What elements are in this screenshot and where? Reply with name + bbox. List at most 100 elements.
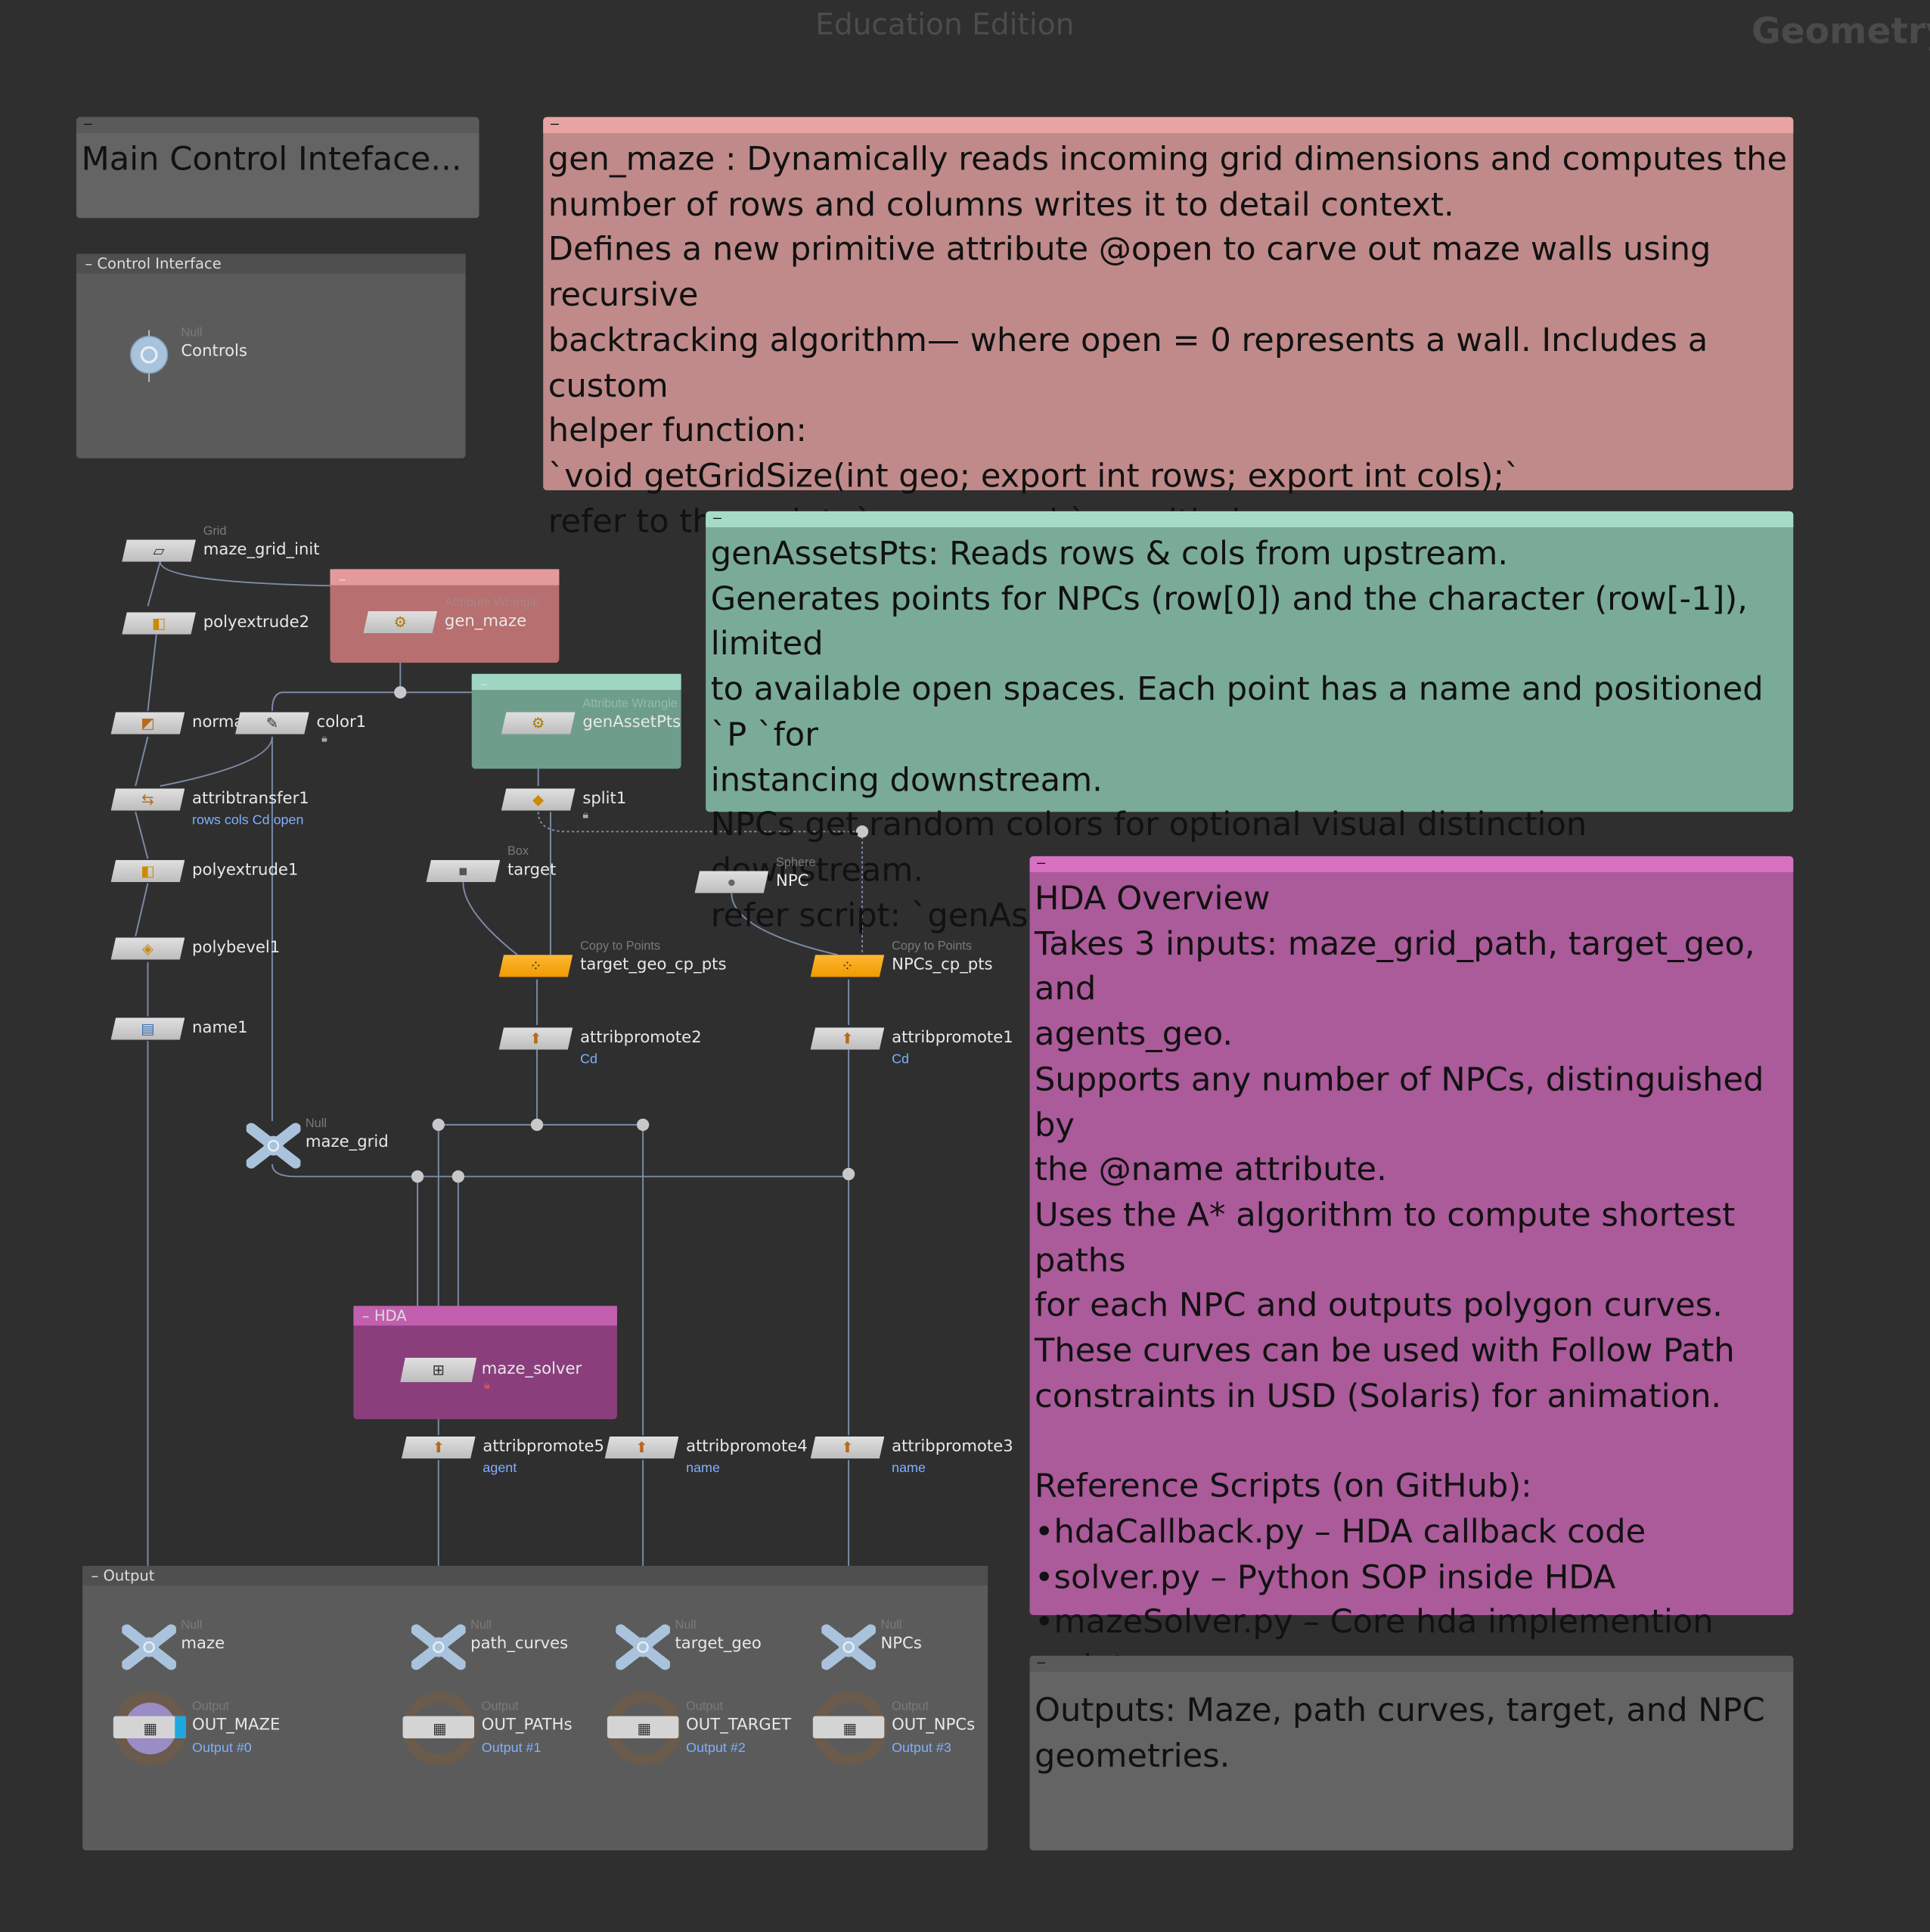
node-param-summary: name xyxy=(686,1461,720,1477)
sticky-main-control[interactable]: – Main Control Inteface... xyxy=(76,114,479,219)
node-out-maze[interactable]: ▦ Output OUT_MAZE Output #0 xyxy=(111,1689,280,1768)
node-type: Attribute Wrangle xyxy=(444,596,540,610)
node-target-geo-cp-pts[interactable]: ⁘ Copy to Points target_geo_cp_pts xyxy=(499,940,726,977)
sticky-gen-assets[interactable]: – genAssetsPts: Reads rows & cols from u… xyxy=(706,509,1794,934)
netbox-title: HDA xyxy=(374,1306,407,1325)
sticky-gen-maze[interactable]: – gen_maze : Dynamically reads incoming … xyxy=(543,114,1794,540)
node-type: Copy to Points xyxy=(892,940,973,954)
lock-icon: 🔒︎ xyxy=(321,731,327,744)
node-attribpromote5[interactable]: ⬆ attribpromote5 agent xyxy=(402,1437,604,1476)
node-polyextrude2[interactable]: ◧ polyextrude2 xyxy=(122,612,309,634)
node-null-maze[interactable]: Null maze xyxy=(121,1619,225,1670)
null-icon xyxy=(615,1624,671,1670)
node-label: polybevel1 xyxy=(192,938,281,958)
node-param-summary: Cd xyxy=(580,1051,597,1067)
node-label: color1 xyxy=(316,713,367,732)
wire xyxy=(147,634,157,711)
node-label: maze_grid xyxy=(305,1133,389,1152)
node-label: NPCs_cp_pts xyxy=(892,955,993,975)
hda-icon: ⊞ xyxy=(432,1361,445,1379)
sticky-hda-overview[interactable]: – HDA Overview Takes 3 inputs: maze_grid… xyxy=(1029,854,1794,1686)
node-label: attribpromote1 xyxy=(892,1028,1013,1048)
minimize-icon[interactable]: – xyxy=(85,255,97,272)
node-controls[interactable]: Null Controls xyxy=(122,327,247,382)
node-null-npcs[interactable]: Null NPCs xyxy=(821,1619,922,1670)
node-output-index: Output #3 xyxy=(892,1741,951,1756)
node-npcs-cp-pts[interactable]: ⁘ Copy to Points NPCs_cp_pts xyxy=(811,940,993,977)
wire xyxy=(147,561,161,607)
minimize-icon[interactable]: – xyxy=(84,114,92,132)
node-label: OUT_PATHs xyxy=(481,1716,572,1735)
node-label: gen_maze xyxy=(444,612,527,631)
node-type: Null xyxy=(181,1618,203,1632)
node-split1[interactable]: ◆ split1 🔒︎ xyxy=(501,788,626,821)
wire xyxy=(135,811,149,859)
network-editor[interactable]: Education Edition Geometry – Main Contro… xyxy=(0,0,1930,1932)
null-icon xyxy=(129,330,169,382)
node-type: Grid xyxy=(203,524,227,539)
node-null-path-curves[interactable]: Null path_curves xyxy=(411,1619,568,1670)
wire xyxy=(160,736,273,787)
node-maze-grid[interactable]: Null maze_grid xyxy=(245,1117,389,1169)
attribpromote-icon: ⬆ xyxy=(635,1439,648,1457)
node-attribtransfer1[interactable]: ⇆ attribtransfer1 rows cols Cd open xyxy=(111,788,309,828)
node-out-npcs[interactable]: ▦ Output OUT_NPCs Output #3 xyxy=(811,1689,975,1768)
node-polyextrude1[interactable]: ◧ polyextrude1 xyxy=(111,860,298,882)
node-label: path_curves xyxy=(470,1635,569,1654)
sticky-text: Outputs: Maze, path curves, target, and … xyxy=(1035,1691,1765,1775)
node-target[interactable]: ■ Box target xyxy=(426,845,556,882)
node-color1[interactable]: ✎ color1 🔒︎ xyxy=(235,712,366,744)
node-normal[interactable]: ◩ norma xyxy=(111,712,244,734)
wire-dot xyxy=(842,1167,855,1181)
node-gen-maze[interactable]: ⚙ Attribute Wrangle gen_maze xyxy=(363,596,539,633)
node-npc[interactable]: ● Sphere NPC xyxy=(695,856,816,893)
node-param-summary: Cd xyxy=(892,1051,910,1067)
node-name1[interactable]: ▤ name1 xyxy=(111,1017,248,1039)
svg-text:▦: ▦ xyxy=(638,1719,651,1737)
minimize-icon[interactable]: – xyxy=(362,1307,374,1325)
node-label: Controls xyxy=(181,342,247,362)
attribtransfer-icon: ⇆ xyxy=(141,791,154,809)
node-out-paths[interactable]: ▦ Output OUT_PATHs Output #1 xyxy=(400,1689,572,1768)
minimize-icon[interactable]: – xyxy=(480,675,488,692)
polyextrude-icon: ◧ xyxy=(151,614,166,632)
node-out-target[interactable]: ▦ Output OUT_TARGET Output #2 xyxy=(605,1689,791,1768)
sticky-outputs[interactable]: – Outputs: Maze, path curves, target, an… xyxy=(1029,1654,1794,1851)
attribpromote-icon: ⬆ xyxy=(432,1439,445,1457)
node-label: polyextrude1 xyxy=(192,861,299,880)
minimize-icon[interactable]: – xyxy=(1037,1654,1045,1671)
node-type: Null xyxy=(181,326,203,340)
minimize-icon[interactable]: – xyxy=(339,570,346,588)
node-attribpromote4[interactable]: ⬆ attribpromote4 name xyxy=(605,1437,808,1476)
node-polybevel1[interactable]: ◈ polybevel1 xyxy=(111,937,280,959)
attribpromote-icon: ⬆ xyxy=(529,1030,542,1048)
copy-to-points-icon: ⁘ xyxy=(841,957,854,975)
node-attribpromote2[interactable]: ⬆ attribpromote2 Cd xyxy=(499,1027,702,1067)
node-type: Output xyxy=(481,1700,519,1714)
node-null-target-geo[interactable]: Null target_geo xyxy=(615,1619,762,1670)
netbox-title: Control Interface xyxy=(97,255,222,272)
node-genassetpts[interactable]: ⚙ Attribute Wrangle genAssetPts xyxy=(501,697,681,734)
node-type: Output xyxy=(192,1700,229,1714)
normal-icon: ◩ xyxy=(141,714,155,732)
node-label: attribtransfer1 xyxy=(192,789,309,809)
node-maze-solver[interactable]: ⊞ maze_solver 🔒︎ xyxy=(400,1358,582,1391)
minimize-icon[interactable]: – xyxy=(1037,854,1045,871)
node-label: target_geo_cp_pts xyxy=(580,955,727,975)
minimize-icon[interactable]: – xyxy=(551,114,559,132)
netbox-title: Output xyxy=(103,1567,155,1585)
node-maze-grid-init[interactable]: ▱ Grid maze_grid_init xyxy=(122,525,320,561)
svg-text:▦: ▦ xyxy=(842,1719,856,1737)
node-label: OUT_TARGET xyxy=(686,1716,792,1735)
color-icon: ✎ xyxy=(265,714,279,732)
wire-dot xyxy=(636,1118,650,1132)
wrangle-icon: ⚙ xyxy=(531,714,545,732)
node-attribpromote1[interactable]: ⬆ attribpromote1 Cd xyxy=(811,1027,1013,1067)
node-param-summary: rows cols Cd open xyxy=(192,812,304,828)
node-label: maze xyxy=(181,1635,225,1654)
node-attribpromote3[interactable]: ⬆ attribpromote3 name xyxy=(811,1437,1013,1476)
node-label: maze_solver xyxy=(481,1359,582,1379)
minimize-icon[interactable]: – xyxy=(713,509,721,526)
minimize-icon[interactable]: – xyxy=(92,1567,104,1585)
node-label: OUT_NPCs xyxy=(892,1716,976,1735)
